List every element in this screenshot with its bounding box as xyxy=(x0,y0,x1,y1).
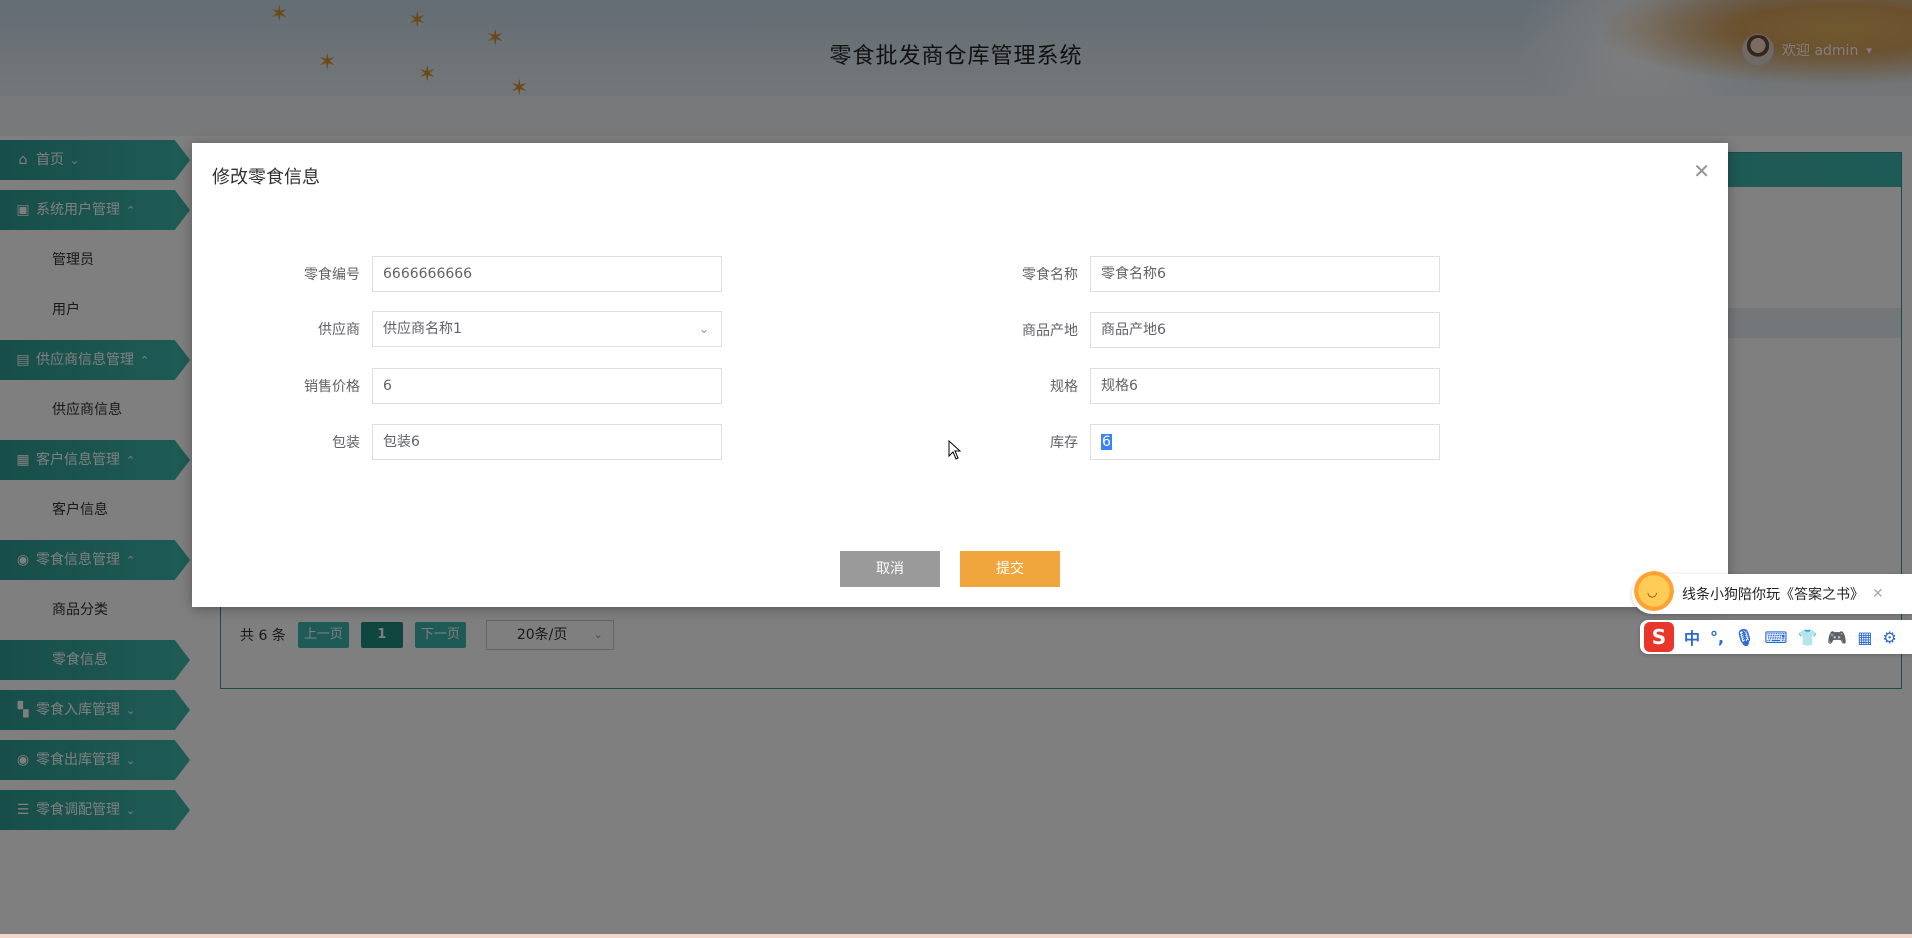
skin-icon[interactable]: 👕 xyxy=(1798,628,1818,647)
origin-input[interactable]: 商品产地6 xyxy=(1090,312,1440,348)
close-icon[interactable]: ✕ xyxy=(1872,586,1884,602)
field-origin: 商品产地 商品产地6 xyxy=(910,312,1440,348)
ime-toolbar: S 中 °, 🎙 ⌨ 👕 🎮 ▦ ⚙ xyxy=(1640,620,1912,654)
edit-snack-dialog: 修改零食信息 ✕ 零食编号 6666666666 零食名称 零食名称6 供应商 … xyxy=(192,143,1728,607)
field-label: 包装 xyxy=(332,435,360,451)
sogou-logo-icon[interactable]: S xyxy=(1644,622,1674,652)
field-label: 零食名称 xyxy=(1022,267,1078,283)
field-supplier: 供应商 供应商名称1 ⌄ xyxy=(192,311,722,347)
field-name: 零食名称 零食名称6 xyxy=(910,256,1440,292)
field-label: 商品产地 xyxy=(1022,323,1078,339)
supplier-select[interactable]: 供应商名称1 ⌄ xyxy=(372,311,722,347)
ime-tip-banner[interactable]: ◡ 线条小狗陪你玩《答案之书》 ✕ xyxy=(1632,571,1912,614)
field-stock: 库存 6 xyxy=(910,424,1440,460)
gamepad-icon[interactable]: 🎮 xyxy=(1827,628,1847,647)
snack-code-input[interactable]: 6666666666 xyxy=(372,256,722,292)
settings-icon[interactable]: ⚙ xyxy=(1882,628,1896,647)
field-label: 供应商 xyxy=(318,322,360,338)
chevron-down-icon: ⌄ xyxy=(698,322,709,336)
ime-punct-toggle[interactable]: °, xyxy=(1710,628,1724,647)
close-icon[interactable]: ✕ xyxy=(1693,159,1710,183)
mouse-cursor-icon xyxy=(948,440,962,460)
supplier-select-value: 供应商名称1 xyxy=(383,321,462,337)
grid-icon[interactable]: ▦ xyxy=(1857,628,1872,647)
sun-face-icon: ◡ xyxy=(1647,585,1658,599)
field-label: 规格 xyxy=(1050,379,1078,395)
pack-input[interactable]: 包装6 xyxy=(372,424,722,460)
sun-mascot-icon: ◡ xyxy=(1634,571,1674,611)
field-label: 库存 xyxy=(1050,435,1078,451)
spec-input[interactable]: 规格6 xyxy=(1090,368,1440,404)
bottom-strip xyxy=(0,934,1912,938)
stock-selected-text: 6 xyxy=(1101,434,1112,450)
keyboard-icon[interactable]: ⌨ xyxy=(1764,628,1787,647)
field-price: 销售价格 6 xyxy=(192,368,722,404)
cancel-button[interactable]: 取消 xyxy=(840,551,940,587)
ime-mode-toggle[interactable]: 中 xyxy=(1684,625,1700,649)
snack-name-input[interactable]: 零食名称6 xyxy=(1090,256,1440,292)
dialog-title: 修改零食信息 xyxy=(212,167,320,188)
field-spec: 规格 规格6 xyxy=(910,368,1440,404)
field-code: 零食编号 6666666666 xyxy=(192,256,722,292)
microphone-icon[interactable]: 🎙 xyxy=(1734,628,1754,647)
field-pack: 包装 包装6 xyxy=(192,424,722,460)
stock-input[interactable]: 6 xyxy=(1090,424,1440,460)
ime-tip-text: 线条小狗陪你玩《答案之书》 xyxy=(1682,587,1864,603)
price-input[interactable]: 6 xyxy=(372,368,722,404)
field-label: 销售价格 xyxy=(304,379,360,395)
submit-button[interactable]: 提交 xyxy=(960,551,1060,587)
field-label: 零食编号 xyxy=(304,267,360,283)
